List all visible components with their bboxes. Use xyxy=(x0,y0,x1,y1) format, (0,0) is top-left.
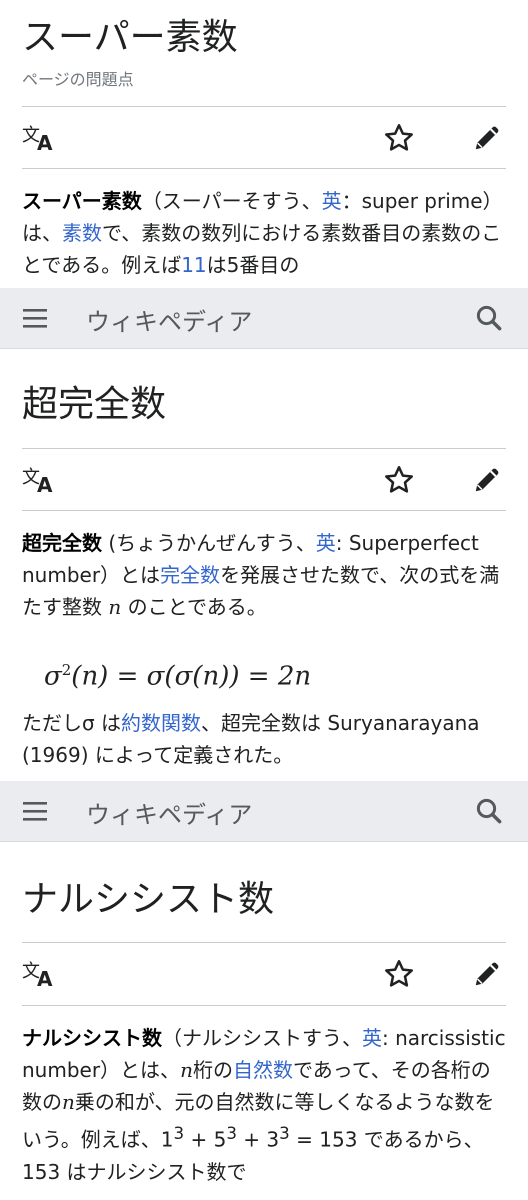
edit-button[interactable] xyxy=(460,944,514,1004)
search-icon[interactable] xyxy=(474,796,504,830)
watch-star-button[interactable] xyxy=(372,944,426,1004)
superscript: 3 xyxy=(173,1124,185,1143)
article-lead-paragraph: 超完全数 (ちょうかんぜんすう、英: Superperfect number）と… xyxy=(22,527,508,623)
article-lead-paragraph: ナルシシスト数（ナルシシストすう、英: narcissistic number）… xyxy=(22,1022,508,1188)
article-lead-paragraph: スーパー素数（スーパーそすう、英：super prime）は、素数で、素数の数列… xyxy=(22,185,508,281)
site-wordmark[interactable]: ウィキペディア xyxy=(86,302,252,337)
edit-button[interactable] xyxy=(460,450,514,510)
variable-n: n xyxy=(62,1090,75,1114)
superscript: 3 xyxy=(279,1124,290,1143)
divider xyxy=(22,448,506,449)
language-button[interactable]: 文 A xyxy=(16,944,64,1004)
page-title: スーパー素数 xyxy=(22,17,238,58)
site-wordmark[interactable]: ウィキペディア xyxy=(86,795,252,830)
link-perfect-number[interactable]: 完全数 xyxy=(160,563,220,587)
formula-rhs: 2n xyxy=(277,661,312,692)
paragraph-text: （ナルシシストすう、 xyxy=(162,1026,362,1050)
pencil-icon xyxy=(472,123,502,153)
page-actions: 文 A xyxy=(0,944,528,1004)
link-english[interactable]: 英 xyxy=(322,189,342,213)
formula-sigma: σ xyxy=(44,661,62,692)
formula: σ2(n) = σ(σ(n)) = 2n xyxy=(44,661,311,692)
paragraph-text: 桁の xyxy=(192,1058,233,1082)
language-button[interactable]: 文 A xyxy=(16,108,64,168)
lead-term: 超完全数 xyxy=(22,531,102,555)
formula-arg: (n) xyxy=(71,661,109,692)
divider xyxy=(22,106,506,107)
link-prime[interactable]: 素数 xyxy=(62,221,102,245)
divider xyxy=(22,1005,506,1006)
article-paragraph: ただしσ は約数関数、超完全数は Suryanarayana (1969) によ… xyxy=(22,707,508,771)
divider xyxy=(22,510,506,511)
page-actions: 文 A xyxy=(0,108,528,168)
page-title: 超完全数 xyxy=(22,384,167,425)
divider xyxy=(22,942,506,943)
language-icon: 文 A xyxy=(22,959,58,989)
paragraph-text: は5番目の xyxy=(206,253,300,277)
article-superperfect: 超完全数 文 A 超完全数 (ちょうかんぜんすう、英: Superperfect… xyxy=(0,349,528,781)
menu-icon[interactable] xyxy=(20,799,50,827)
formula-equals: = xyxy=(108,661,147,692)
formula-nested: σ(σ(n)) xyxy=(146,661,240,692)
link-divisor-function[interactable]: 約数関数 xyxy=(121,711,201,735)
paragraph-text: (ちょうかんぜんすう、 xyxy=(102,531,316,555)
language-icon: 文 A xyxy=(22,465,58,495)
svg-text:A: A xyxy=(37,967,53,989)
lead-term: ナルシシスト数 xyxy=(22,1026,162,1050)
link-natural-number[interactable]: 自然数 xyxy=(233,1058,293,1082)
variable-n: n xyxy=(108,595,122,619)
watch-star-button[interactable] xyxy=(372,108,426,168)
article-narcissistic: ナルシシスト数 文 A ナルシシスト数（ナルシシストすう、英: narcissi… xyxy=(0,842,528,1200)
paragraph-text: （スーパーそすう、 xyxy=(141,189,322,213)
paragraph-text: + 5 xyxy=(184,1127,227,1152)
svg-text:A: A xyxy=(37,131,53,153)
pencil-icon xyxy=(472,465,502,495)
edit-button[interactable] xyxy=(460,108,514,168)
link-english[interactable]: 英 xyxy=(362,1026,382,1050)
search-icon[interactable] xyxy=(474,303,504,337)
paragraph-text: ただしσ は xyxy=(22,711,122,735)
paragraph-text: のことである。 xyxy=(121,595,267,619)
link-english[interactable]: 英 xyxy=(316,531,336,555)
paragraph-text: + 3 xyxy=(236,1127,280,1152)
star-icon xyxy=(383,958,415,990)
article-super-prime: スーパー素数 ページの問題点 文 A スーパー素数（スーパーそすう、英：supe… xyxy=(0,0,528,290)
variable-n: n xyxy=(180,1058,193,1082)
lead-term: スーパー素数 xyxy=(22,189,142,213)
menu-icon[interactable] xyxy=(20,306,50,334)
language-button[interactable]: 文 A xyxy=(16,450,64,510)
divider xyxy=(22,168,506,169)
formula-equals: = xyxy=(239,661,278,692)
page-title: ナルシシスト数 xyxy=(22,879,275,920)
star-icon xyxy=(383,122,415,154)
watch-star-button[interactable] xyxy=(372,450,426,510)
star-icon xyxy=(383,464,415,496)
header-bar: ウィキペディア xyxy=(0,781,528,842)
language-icon: 文 A xyxy=(22,123,58,153)
superscript: 3 xyxy=(226,1124,237,1143)
header-bar: ウィキペディア xyxy=(0,288,528,349)
formula-exponent: 2 xyxy=(61,661,72,679)
svg-text:A: A xyxy=(37,473,53,495)
page-issues-link[interactable]: ページの問題点 xyxy=(22,66,134,90)
page-actions: 文 A xyxy=(0,450,528,510)
link-11[interactable]: 11 xyxy=(181,253,206,277)
pencil-icon xyxy=(472,959,502,989)
